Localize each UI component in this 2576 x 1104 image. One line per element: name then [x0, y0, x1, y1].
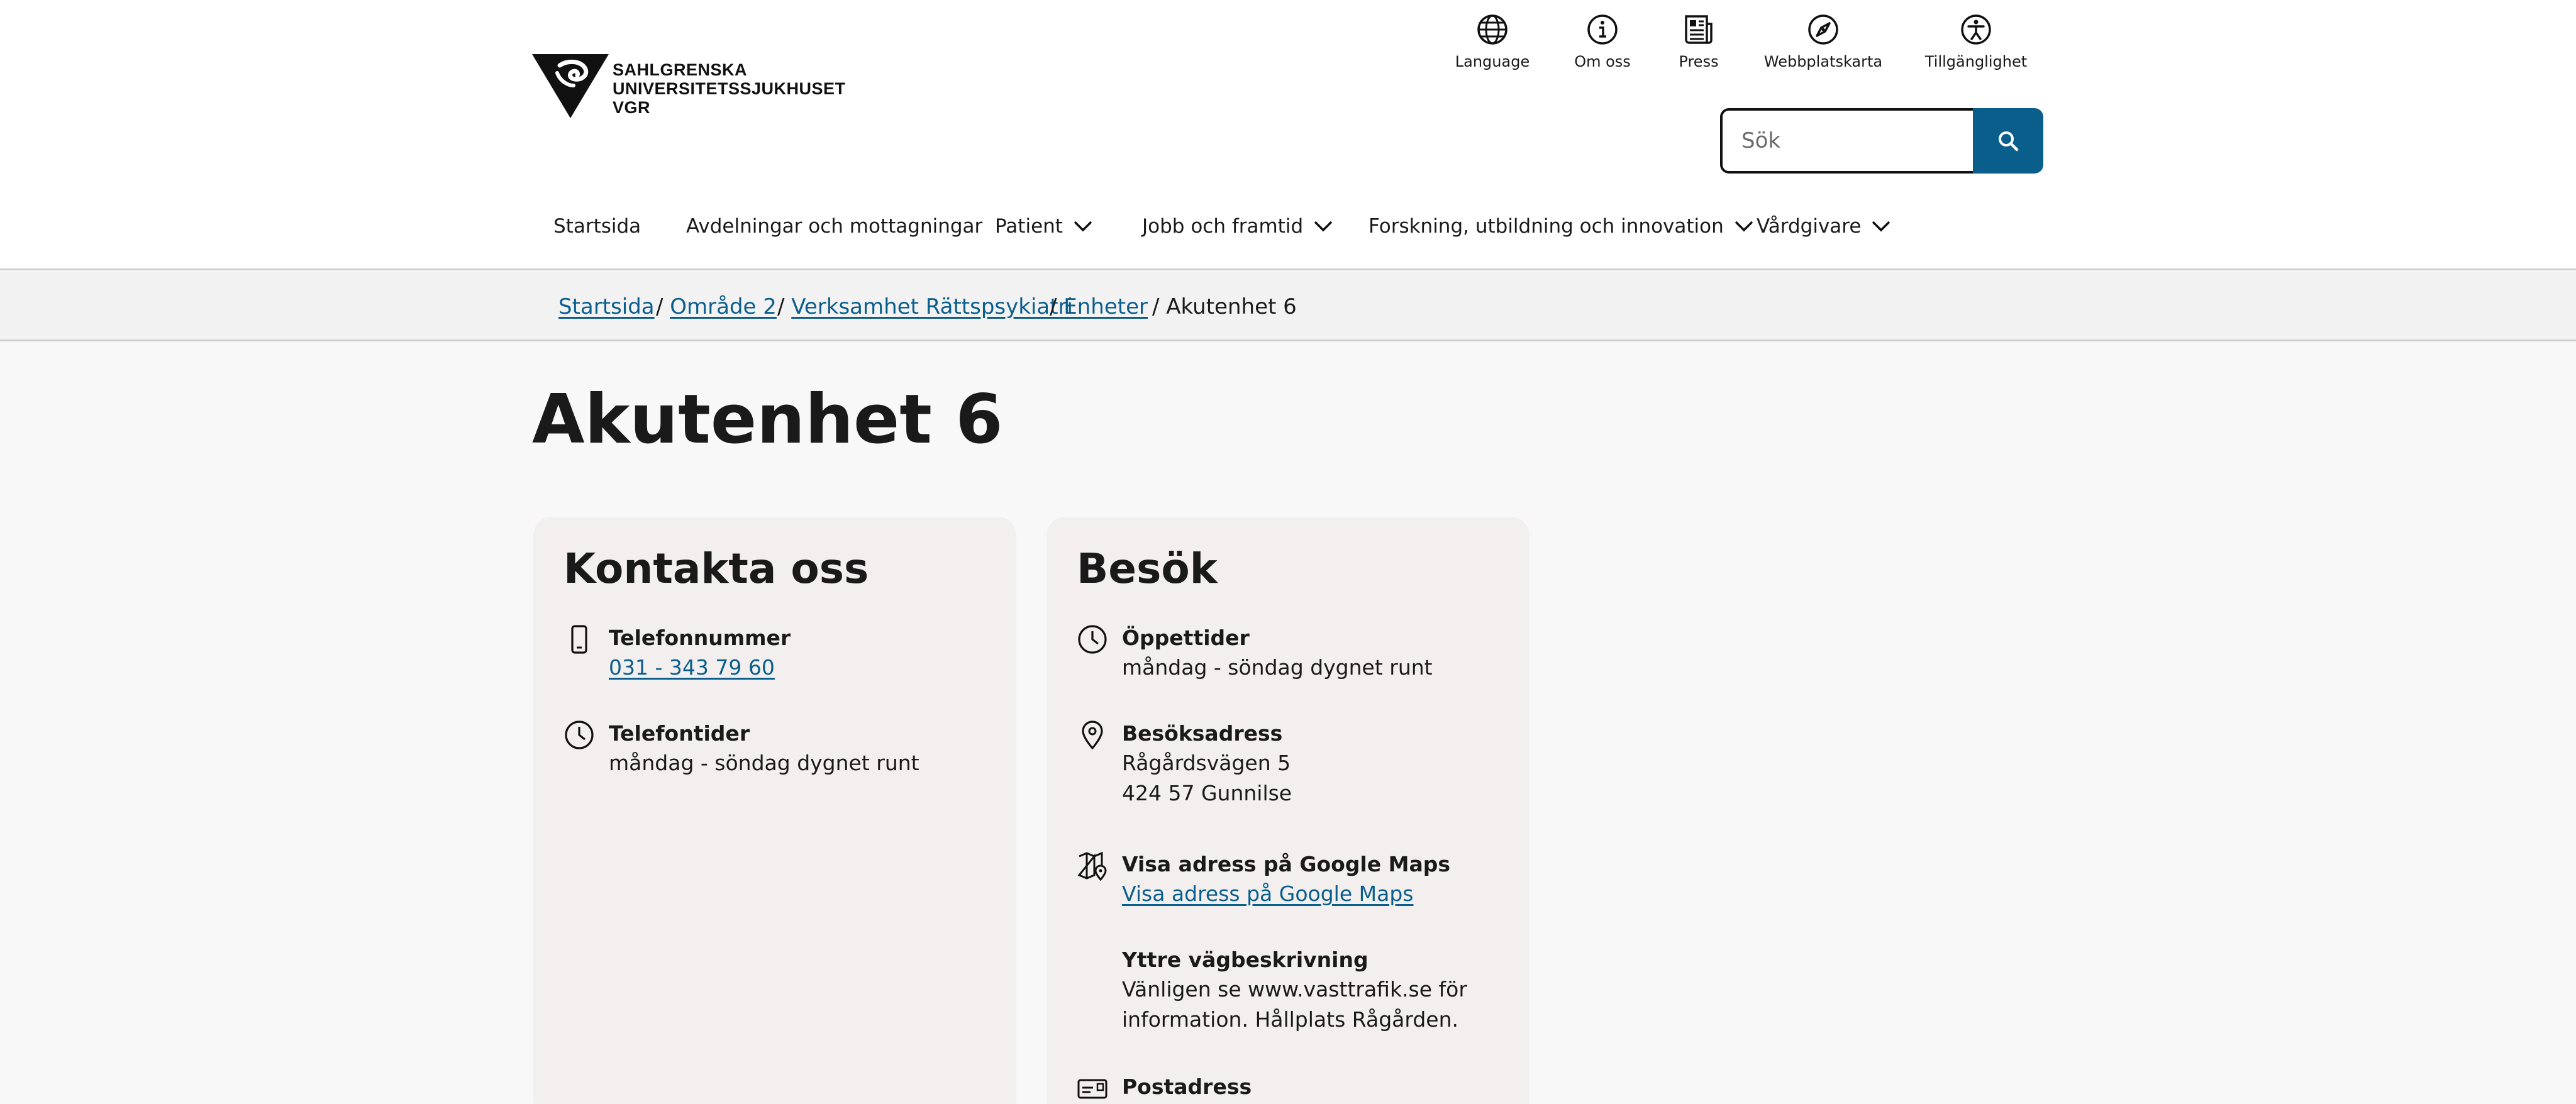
search-icon: [1999, 131, 2019, 152]
breadcrumb-separator: /: [656, 294, 670, 319]
opening-hours-value: måndag - söndag dygnet runt: [1122, 655, 1433, 680]
utility-press-label: Press: [1679, 53, 1719, 70]
breadcrumb-link[interactable]: Verksamhet Rättspsykiatri: [791, 294, 1073, 319]
visit-address-label: Besöksadress: [1122, 721, 1283, 746]
postal-address-label: Postadress: [1122, 1074, 1252, 1099]
nav-item-avdelningar[interactable]: Avdelningar och mottagningar: [686, 207, 982, 245]
breadcrumb-current: Akutenhet 6: [1166, 294, 1297, 319]
nav-label: Forskning, utbildning och innovation: [1368, 215, 1724, 238]
nav-item-patient[interactable]: Patient: [995, 207, 1093, 245]
opening-hours-label: Öppettider: [1122, 626, 1250, 650]
utility-webbplatskarta[interactable]: Webbplatskarta: [1760, 13, 1886, 70]
phone-hours-value: måndag - söndag dygnet runt: [609, 751, 919, 775]
site-header: SAHLGRENSKA UNIVERSITETSSJUKHUSET VGR La…: [0, 0, 2576, 270]
breadcrumb-separator: /: [1152, 294, 1167, 319]
newspaper-icon: [1685, 15, 1713, 44]
search-input[interactable]: [1720, 108, 1974, 174]
utility-webbplatskarta-label: Webbplatskarta: [1763, 53, 1883, 70]
contact-card-title: Kontakta oss: [564, 544, 869, 593]
visit-address-line1: Rågårdsvägen 5: [1122, 751, 1291, 775]
clock-icon: [564, 719, 595, 751]
nav-item-jobb[interactable]: Jobb och framtid: [1142, 207, 1333, 245]
breadcrumb-item[interactable]: / Verksamhet Rättspsykiatri: [777, 294, 1073, 320]
google-maps-label: Visa adress på Google Maps: [1122, 852, 1450, 876]
contact-card: Kontakta oss Telefonnummer 031 - 343 79 …: [533, 517, 1016, 1104]
nav-label: Avdelningar och mottagningar: [686, 215, 983, 238]
nav-label: Startsida: [553, 215, 641, 238]
utility-language-label: Language: [1455, 53, 1530, 70]
logo-line-3: VGR: [613, 98, 651, 117]
logo-line-1: SAHLGRENSKA: [613, 60, 748, 79]
directions-label: Yttre vägbeskrivning: [1122, 947, 1368, 972]
google-maps-link[interactable]: Visa adress på Google Maps: [1122, 881, 1413, 906]
utility-press[interactable]: Press: [1636, 13, 1762, 70]
sahlgrenska-logo[interactable]: SAHLGRENSKA UNIVERSITETSSJUKHUSET VGR: [532, 53, 846, 119]
utility-om-oss-label: Om oss: [1574, 53, 1631, 70]
info-icon: [1587, 14, 1618, 45]
mail-icon: [1077, 1073, 1108, 1104]
chevron-down-icon: [1872, 221, 1890, 232]
breadcrumb-separator: /: [1050, 294, 1064, 319]
globe-icon: [1477, 14, 1507, 45]
breadcrumb-link[interactable]: Enheter: [1063, 294, 1148, 319]
breadcrumb-link[interactable]: Område 2: [670, 294, 777, 319]
visit-card: Besök Öppettider måndag - söndag dygnet …: [1046, 517, 1530, 1104]
directions-line2: information. Hållplats Rågården.: [1122, 1007, 1459, 1032]
nav-item-startsida[interactable]: Startsida: [553, 207, 641, 245]
breadcrumb-item[interactable]: / Område 2: [656, 294, 777, 320]
breadcrumb-item: / Akutenhet 6: [1152, 294, 1297, 320]
chevron-down-icon: [1735, 221, 1753, 232]
accessibility-icon: [1961, 14, 1991, 45]
phone-label: Telefonnummer: [609, 626, 791, 650]
phone-hours-label: Telefontider: [609, 721, 750, 746]
breadcrumb-item[interactable]: Startsida: [558, 294, 655, 320]
utility-tillganglighet-label: Tillgänglighet: [1924, 53, 2028, 70]
breadcrumb-item[interactable]: / Enheter: [1050, 294, 1148, 320]
utility-language[interactable]: Language: [1430, 13, 1555, 70]
logo-mark-icon: [532, 54, 609, 118]
visit-card-title: Besök: [1077, 544, 1218, 593]
directions-line1: Vänligen se www.vasttrafik.se för: [1122, 977, 1467, 1002]
utility-tillganglighet[interactable]: Tillgänglighet: [1913, 13, 2039, 70]
breadcrumb-link[interactable]: Startsida: [558, 294, 655, 319]
nav-label: Patient: [995, 215, 1063, 238]
breadcrumb: Startsida / Område 2 / Verksamhet Rättsp…: [0, 272, 2576, 341]
phone-icon: [564, 624, 595, 655]
search-button[interactable]: [1973, 108, 2043, 174]
phone-number-link[interactable]: 031 - 343 79 60: [609, 655, 775, 680]
logo-line-2: UNIVERSITETSSJUKHUSET: [613, 79, 846, 98]
clock-icon: [1077, 624, 1108, 655]
visit-address-line2: 424 57 Gunnilse: [1122, 781, 1292, 805]
nav-item-vardgivare[interactable]: Vårdgivare: [1757, 207, 1891, 245]
nav-label: Vårdgivare: [1757, 215, 1862, 238]
nav-label: Jobb och framtid: [1142, 215, 1304, 238]
chevron-down-icon: [1074, 221, 1092, 232]
nav-item-forskning[interactable]: Forskning, utbildning och innovation: [1368, 207, 1754, 245]
search-bar: [1720, 108, 2043, 174]
chevron-down-icon: [1314, 221, 1333, 232]
map-pin-icon: [1077, 719, 1108, 751]
page-title: Akutenhet 6: [532, 380, 1003, 459]
logo-wordmark: SAHLGRENSKA UNIVERSITETSSJUKHUSET VGR: [613, 60, 846, 117]
compass-icon: [1808, 14, 1838, 45]
map-icon: [1077, 850, 1108, 881]
breadcrumb-separator: /: [777, 294, 792, 319]
